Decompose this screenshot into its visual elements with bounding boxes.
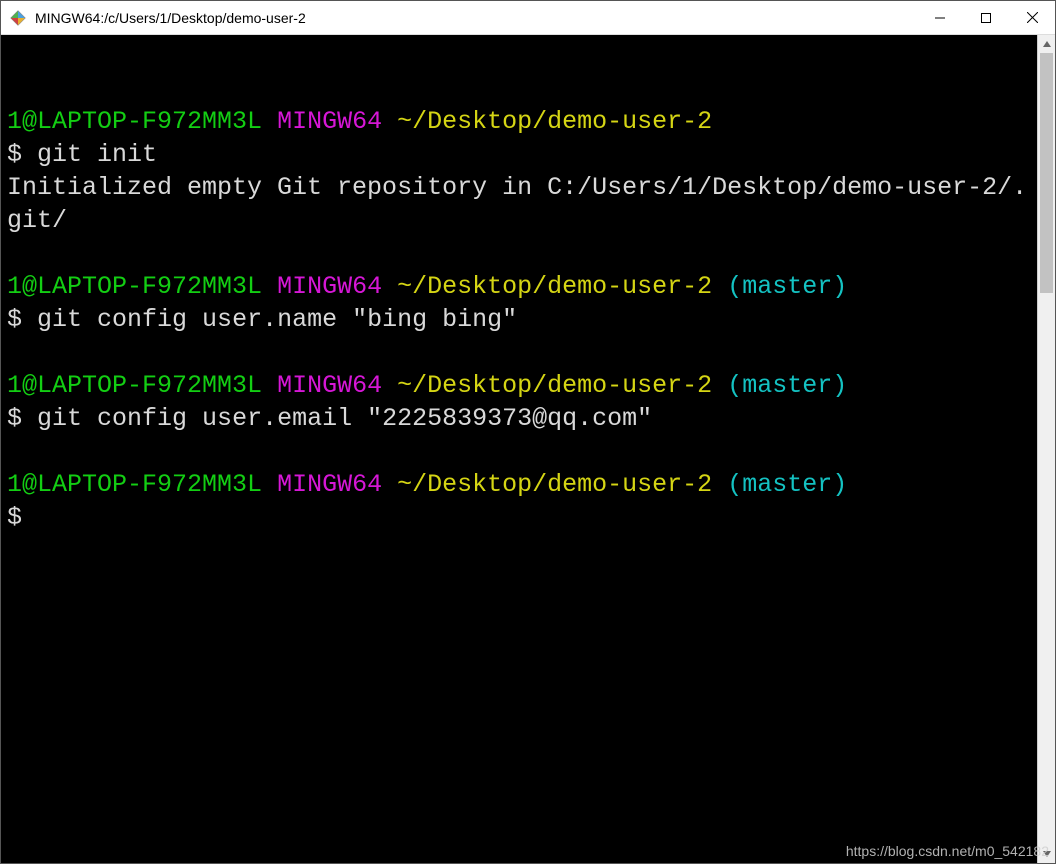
app-icon bbox=[9, 9, 27, 27]
prompt-symbol: $ bbox=[7, 503, 22, 532]
prompt-branch: master bbox=[742, 272, 832, 301]
prompt-user-host: 1@LAPTOP-F972MM3L bbox=[7, 470, 262, 499]
command-git-init: git init bbox=[37, 140, 157, 169]
terminal[interactable]: 1@LAPTOP-F972MM3L MINGW64 ~/Desktop/demo… bbox=[1, 35, 1037, 863]
branch-close: ) bbox=[832, 272, 847, 301]
branch-open: ( bbox=[727, 272, 742, 301]
watermark-text: https://blog.csdn.net/m0_542182 bbox=[846, 843, 1049, 859]
content-area: 1@LAPTOP-F972MM3L MINGW64 ~/Desktop/demo… bbox=[1, 35, 1055, 863]
window-root: MINGW64:/c/Users/1/Desktop/demo-user-2 1… bbox=[0, 0, 1056, 864]
prompt-path: ~/Desktop/demo-user-2 bbox=[397, 470, 712, 499]
scroll-thumb[interactable] bbox=[1040, 53, 1053, 293]
window-controls bbox=[917, 1, 1055, 34]
prompt-env: MINGW64 bbox=[277, 107, 382, 136]
prompt-symbol: $ bbox=[7, 305, 22, 334]
command-git-config-name: git config user.name "bing bing" bbox=[37, 305, 517, 334]
prompt-env: MINGW64 bbox=[277, 371, 382, 400]
prompt-symbol: $ bbox=[7, 404, 22, 433]
command-git-config-email: git config user.email "2225839373@qq.com… bbox=[37, 404, 652, 433]
scroll-track[interactable] bbox=[1038, 53, 1055, 845]
prompt-symbol: $ bbox=[7, 140, 22, 169]
branch-close: ) bbox=[832, 371, 847, 400]
prompt-user-host: 1@LAPTOP-F972MM3L bbox=[7, 107, 262, 136]
branch-open: ( bbox=[727, 470, 742, 499]
prompt-branch: master bbox=[742, 371, 832, 400]
vertical-scrollbar[interactable] bbox=[1037, 35, 1055, 863]
prompt-user-host: 1@LAPTOP-F972MM3L bbox=[7, 272, 262, 301]
prompt-user-host: 1@LAPTOP-F972MM3L bbox=[7, 371, 262, 400]
maximize-button[interactable] bbox=[963, 1, 1009, 34]
titlebar[interactable]: MINGW64:/c/Users/1/Desktop/demo-user-2 bbox=[1, 1, 1055, 35]
window-title: MINGW64:/c/Users/1/Desktop/demo-user-2 bbox=[35, 10, 917, 26]
prompt-path: ~/Desktop/demo-user-2 bbox=[397, 107, 712, 136]
blank-line bbox=[7, 74, 22, 103]
output-line: Initialized empty Git repository in C:/U… bbox=[7, 173, 1027, 235]
prompt-env: MINGW64 bbox=[277, 470, 382, 499]
close-button[interactable] bbox=[1009, 1, 1055, 34]
prompt-path: ~/Desktop/demo-user-2 bbox=[397, 272, 712, 301]
prompt-branch: master bbox=[742, 470, 832, 499]
branch-open: ( bbox=[727, 371, 742, 400]
minimize-button[interactable] bbox=[917, 1, 963, 34]
prompt-env: MINGW64 bbox=[277, 272, 382, 301]
prompt-path: ~/Desktop/demo-user-2 bbox=[397, 371, 712, 400]
branch-close: ) bbox=[832, 470, 847, 499]
scroll-up-arrow[interactable] bbox=[1038, 35, 1055, 53]
